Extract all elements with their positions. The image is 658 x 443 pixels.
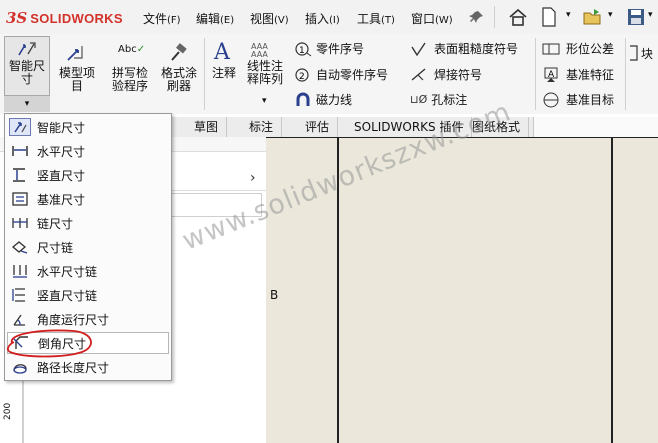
format-painter-button[interactable]: 格式涂 刷器 (156, 67, 202, 93)
menu-insert[interactable]: 插入(I) (305, 10, 340, 27)
save-dropdown-chevron-icon[interactable]: ▾ (648, 10, 653, 20)
datum-target-icon (543, 92, 559, 107)
weld-symbol-button[interactable]: 焊接符号 (410, 66, 482, 83)
spell-check-icon: Abc✓ (118, 44, 146, 55)
menu-item-baseline-dimension[interactable]: 基准尺寸 (7, 188, 169, 210)
gtol-icon (542, 43, 560, 54)
menu-item-horizontal-dimension[interactable]: 水平尺寸 (7, 140, 169, 162)
vertical-ordinate-icon (9, 286, 31, 304)
block-button[interactable]: 块 (629, 44, 653, 62)
save-icon[interactable] (627, 8, 645, 26)
magnetic-line-button[interactable]: 磁力线 (294, 91, 352, 108)
note-button[interactable]: 注释 (208, 67, 240, 80)
open-folder-icon[interactable] (582, 6, 604, 28)
tab-overflow-area (533, 117, 658, 137)
model-items-icon (67, 46, 83, 61)
menu-item-vertical-dimension[interactable]: 竖直尺寸 (7, 164, 169, 186)
linear-note-pattern-button[interactable]: 线性注 释阵列 (242, 60, 288, 86)
menu-window[interactable]: 窗口(W) (411, 10, 453, 27)
menu-item-chain-dimension[interactable]: 链尺寸 (7, 212, 169, 234)
tab-annotation[interactable]: 标注 (241, 117, 283, 137)
linear-note-pattern-icon: AAA AAA (251, 42, 268, 59)
spell-checker-button[interactable]: 拼写检 验程序 (106, 67, 154, 93)
solidworks-logo[interactable]: 3S SOLIDWORKS (6, 9, 123, 27)
drawing-border-line (611, 137, 613, 443)
smart-dimension-icon (9, 118, 31, 136)
smart-dimension-dropdown-toggle[interactable]: ▾ (4, 95, 50, 112)
horizontal-dimension-icon (9, 142, 31, 160)
menu-tools[interactable]: 工具(T) (357, 10, 395, 27)
block-icon (630, 45, 638, 61)
vertical-dimension-icon (9, 166, 31, 184)
weld-symbol-icon (411, 67, 426, 81)
svg-text:2: 2 (299, 72, 305, 82)
horizontal-ordinate-icon (9, 262, 31, 280)
menu-file[interactable]: 文件(F) (143, 10, 181, 27)
baseline-dimension-icon (9, 190, 31, 208)
model-items-button[interactable]: 模型项目 (54, 67, 100, 93)
ribbon-separator (204, 38, 205, 110)
auto-balloon-button[interactable]: 2 自动零件序号 (294, 66, 388, 83)
menu-item-horizontal-ordinate[interactable]: 水平尺寸链 (7, 260, 169, 282)
open-dropdown-chevron-icon[interactable]: ▾ (608, 10, 613, 20)
linear-pattern-dropdown-chevron-icon[interactable]: ▾ (262, 96, 267, 106)
surface-finish-icon (411, 42, 426, 56)
menu-item-ordinate-dimension[interactable]: 尺寸链 (7, 236, 169, 258)
chain-dimension-icon (9, 214, 31, 232)
balloon-button[interactable]: 1 零件序号 (294, 40, 364, 57)
tab-sketch[interactable]: 草图 (186, 117, 228, 137)
surface-finish-button[interactable]: 表面粗糙度符号 (410, 40, 518, 57)
new-document-icon[interactable] (541, 7, 557, 27)
smart-dimension-icon (18, 42, 36, 56)
chevron-right-icon[interactable]: › (250, 170, 256, 186)
auto-balloon-icon: 2 (295, 67, 309, 82)
new-dropdown-chevron-icon[interactable]: ▾ (566, 10, 571, 20)
datum-target-button[interactable]: 基准目标 (542, 91, 614, 108)
ds-logo-mark: 3S (6, 9, 28, 27)
hole-callout-icon: ⊔Ø (410, 93, 428, 106)
format-painter-icon (171, 43, 187, 61)
red-highlight-circle (7, 329, 92, 358)
drawing-zone-letter: B (270, 288, 279, 302)
solidworks-wordmark: SOLIDWORKS (30, 10, 123, 26)
svg-text:1: 1 (299, 46, 305, 56)
balloon-icon: 1 (295, 41, 312, 56)
magnet-icon (296, 92, 310, 106)
ribbon-separator (535, 38, 536, 110)
menu-item-vertical-ordinate[interactable]: 竖直尺寸链 (7, 284, 169, 306)
smart-dimension-label: 智能尺寸 (8, 59, 45, 86)
menu-separator (494, 6, 495, 28)
datum-feature-icon: A (544, 67, 558, 82)
geometric-tolerance-button[interactable]: 形位公差 (542, 40, 614, 57)
ordinate-dimension-icon (9, 238, 31, 256)
menu-item-smart-dimension[interactable]: 智能尺寸 (7, 116, 169, 138)
datum-feature-button[interactable]: A 基准特征 (542, 66, 614, 83)
tab-evaluate[interactable]: 评估 (297, 117, 339, 137)
pin-icon[interactable] (469, 10, 483, 24)
ruler-line (22, 380, 24, 443)
ribbon-separator (625, 38, 626, 110)
hole-callout-button[interactable]: ⊔Ø 孔标注 (410, 91, 467, 108)
menu-edit[interactable]: 编辑(E) (196, 10, 234, 27)
menu-view[interactable]: 视图(V) (250, 10, 289, 27)
home-icon[interactable] (508, 8, 528, 26)
note-icon: A (214, 40, 230, 65)
ruler-value: 200 (3, 402, 13, 420)
